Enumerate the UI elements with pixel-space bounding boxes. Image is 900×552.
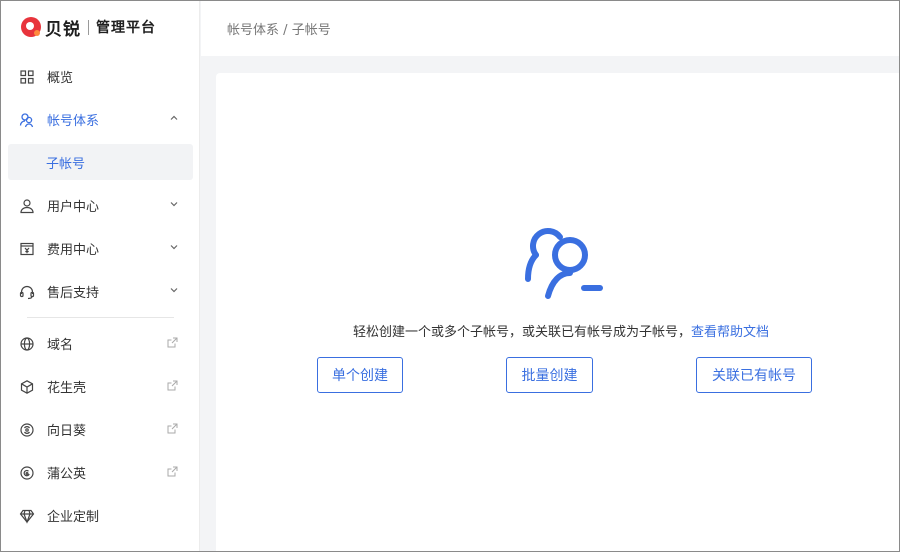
- sidebar-item-label: 域名: [47, 338, 74, 353]
- grid-icon: [19, 69, 35, 85]
- single-create-button[interactable]: 单个创建: [317, 357, 403, 393]
- bill-icon: [19, 241, 35, 257]
- headset-icon: [19, 284, 35, 300]
- sidebar-item-oray-peanut[interactable]: 花生壳: [1, 365, 200, 408]
- sidebar-item-billing-center[interactable]: 费用中心: [1, 227, 200, 270]
- breadcrumb: 帐号体系 / 子帐号: [227, 19, 331, 38]
- sidebar-item-sub-account[interactable]: 子帐号: [8, 144, 193, 180]
- sidebar-item-label: 企业定制: [47, 510, 100, 525]
- sidebar-item-label: 费用中心: [47, 243, 100, 258]
- users-icon: [19, 112, 35, 128]
- diamond-icon: [19, 508, 35, 524]
- sidebar-item-sunlogin[interactable]: 向日葵: [1, 408, 200, 451]
- logo[interactable]: 贝锐 管理平台: [21, 15, 156, 40]
- brand-subtitle: 管理平台: [96, 20, 156, 36]
- sub-account-icon: [525, 228, 603, 299]
- link-existing-account-button[interactable]: 关联已有帐号: [696, 357, 812, 393]
- user-icon: [19, 198, 35, 214]
- sidebar-item-label: 向日葵: [47, 424, 87, 439]
- sidebar-item-after-sales[interactable]: 售后支持: [1, 270, 200, 313]
- sidebar-item-label: 花生壳: [47, 381, 87, 396]
- sidebar-item-label: 蒲公英: [47, 467, 87, 482]
- breadcrumb-parent[interactable]: 帐号体系: [227, 23, 279, 38]
- sunflower-icon: [19, 422, 35, 438]
- breadcrumb-current: 子帐号: [291, 23, 331, 38]
- sidebar-item-label: 用户中心: [47, 200, 100, 215]
- sidebar-item-account-system[interactable]: 帐号体系: [1, 98, 200, 141]
- sidebar-divider: [27, 317, 174, 318]
- sidebar-item-label: 售后支持: [47, 286, 100, 301]
- logo-divider: [88, 19, 89, 35]
- external-link-icon: [167, 423, 178, 434]
- sidebar-item-label: 子帐号: [46, 156, 86, 172]
- breadcrumb-separator: /: [283, 23, 288, 38]
- batch-create-button[interactable]: 批量创建: [506, 357, 593, 393]
- chevron-down-icon: [170, 245, 178, 250]
- external-link-icon: [167, 380, 178, 391]
- external-link-icon: [167, 466, 178, 477]
- app-window: 贝锐 管理平台 概览 帐号体系 子帐号 用户中心 费用中心 售后支持 域名 花生…: [0, 0, 900, 552]
- sidebar-item-label: 概览: [47, 71, 74, 86]
- chevron-up-icon: [170, 115, 178, 120]
- cube-icon: [19, 379, 35, 395]
- dandelion-icon: [19, 465, 35, 481]
- top-header: 帐号体系 / 子帐号: [201, 1, 899, 56]
- brand-name: 贝锐: [45, 19, 81, 40]
- sidebar: 贝锐 管理平台 概览 帐号体系 子帐号 用户中心 费用中心 售后支持 域名 花生…: [1, 1, 200, 551]
- brand-logo-icon: [21, 17, 41, 37]
- sidebar-item-label: 帐号体系: [47, 114, 100, 129]
- sidebar-item-overview[interactable]: 概览: [1, 55, 200, 98]
- globe-icon: [19, 336, 35, 352]
- sidebar-nav: 概览 帐号体系 子帐号 用户中心 费用中心 售后支持 域名 花生壳 向日葵 蒲公…: [1, 55, 200, 537]
- sidebar-item-domain[interactable]: 域名: [1, 322, 200, 365]
- external-link-icon: [167, 337, 178, 348]
- sidebar-item-enterprise-custom[interactable]: 企业定制: [1, 494, 200, 537]
- help-doc-link[interactable]: 查看帮助文档: [691, 325, 769, 340]
- content-card: 轻松创建一个或多个子帐号，或关联已有帐号成为子帐号，查看帮助文档 单个创建 批量…: [216, 73, 899, 551]
- empty-state-description: 轻松创建一个或多个子帐号，或关联已有帐号成为子帐号，查看帮助文档: [216, 321, 899, 340]
- description-text: 轻松创建一个或多个子帐号，或关联已有帐号成为子帐号，: [352, 325, 691, 340]
- sidebar-item-user-center[interactable]: 用户中心: [1, 184, 200, 227]
- sidebar-item-pgyer[interactable]: 蒲公英: [1, 451, 200, 494]
- chevron-down-icon: [170, 202, 178, 207]
- chevron-down-icon: [170, 288, 178, 293]
